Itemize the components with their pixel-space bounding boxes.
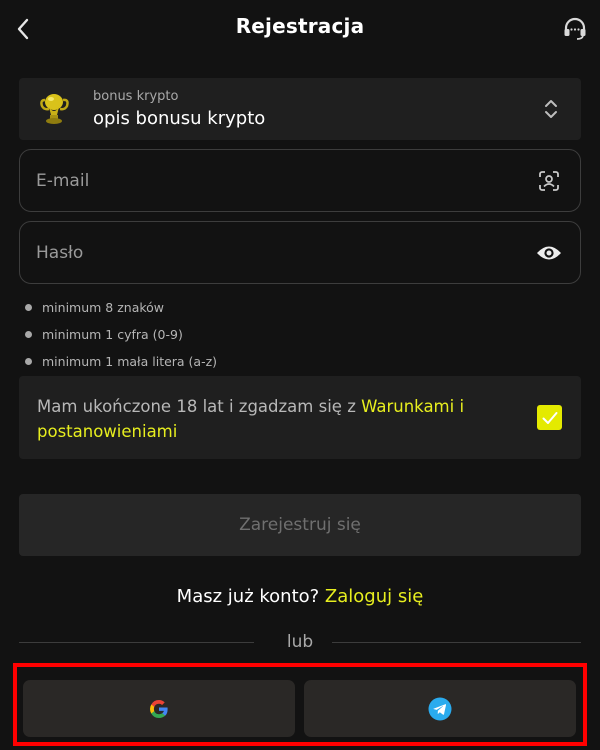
terms-text: Mam ukończone 18 lat i zgadzam się z War…: [37, 394, 507, 444]
login-prompt: Masz już konto? Zaloguj się: [0, 586, 600, 607]
terms-consent: Mam ukończone 18 lat i zgadzam się z War…: [19, 376, 581, 459]
password-rule: minimum 1 cyfra (0-9): [25, 321, 217, 348]
password-rule-text: minimum 8 znaków: [42, 300, 165, 315]
divider-text: lub: [286, 632, 314, 652]
login-prompt-text: Masz już konto?: [176, 586, 320, 607]
checkmark-icon: [542, 411, 557, 424]
password-rule: minimum 1 mała litera (a-z): [25, 348, 217, 375]
bullet-icon: [25, 358, 32, 365]
password-rule: minimum 8 znaków: [25, 294, 217, 321]
terms-statement: Mam ukończone 18 lat i zgadzam się z: [37, 397, 362, 416]
email-field[interactable]: [19, 149, 581, 212]
eye-icon: [537, 246, 561, 260]
password-rule-text: minimum 1 mała litera (a-z): [42, 354, 218, 369]
support-button[interactable]: [560, 14, 590, 44]
password-rule-text: minimum 1 cyfra (0-9): [42, 327, 183, 342]
email-autofill-button[interactable]: [536, 169, 562, 193]
terms-checkbox[interactable]: [537, 405, 562, 430]
google-login-button[interactable]: [23, 680, 295, 737]
chevron-up-down-icon: [545, 100, 557, 118]
trophy-icon: [40, 94, 69, 124]
bonus-label: bonus krypto: [93, 89, 179, 104]
register-button[interactable]: Zarejestruj się: [19, 494, 581, 556]
bonus-selector[interactable]: bonus krypto opis bonusu krypto: [19, 78, 581, 140]
page-title: Rejestracja: [235, 14, 365, 38]
login-link[interactable]: Zaloguj się: [325, 586, 423, 607]
email-input[interactable]: [36, 150, 516, 211]
password-input[interactable]: [36, 222, 516, 283]
user-scan-icon: [539, 171, 559, 191]
password-rules: minimum 8 znaków minimum 1 cyfra (0-9) m…: [25, 294, 217, 375]
headset-icon: [564, 17, 586, 40]
password-field[interactable]: [19, 221, 581, 284]
telegram-icon: [428, 697, 452, 720]
bullet-icon: [25, 331, 32, 338]
toggle-password-visibility-button[interactable]: [536, 241, 562, 265]
telegram-login-button[interactable]: [304, 680, 576, 737]
header: Rejestracja: [0, 0, 600, 58]
google-icon: [150, 699, 168, 718]
bullet-icon: [25, 304, 32, 311]
bonus-value: opis bonusu krypto: [93, 108, 266, 129]
